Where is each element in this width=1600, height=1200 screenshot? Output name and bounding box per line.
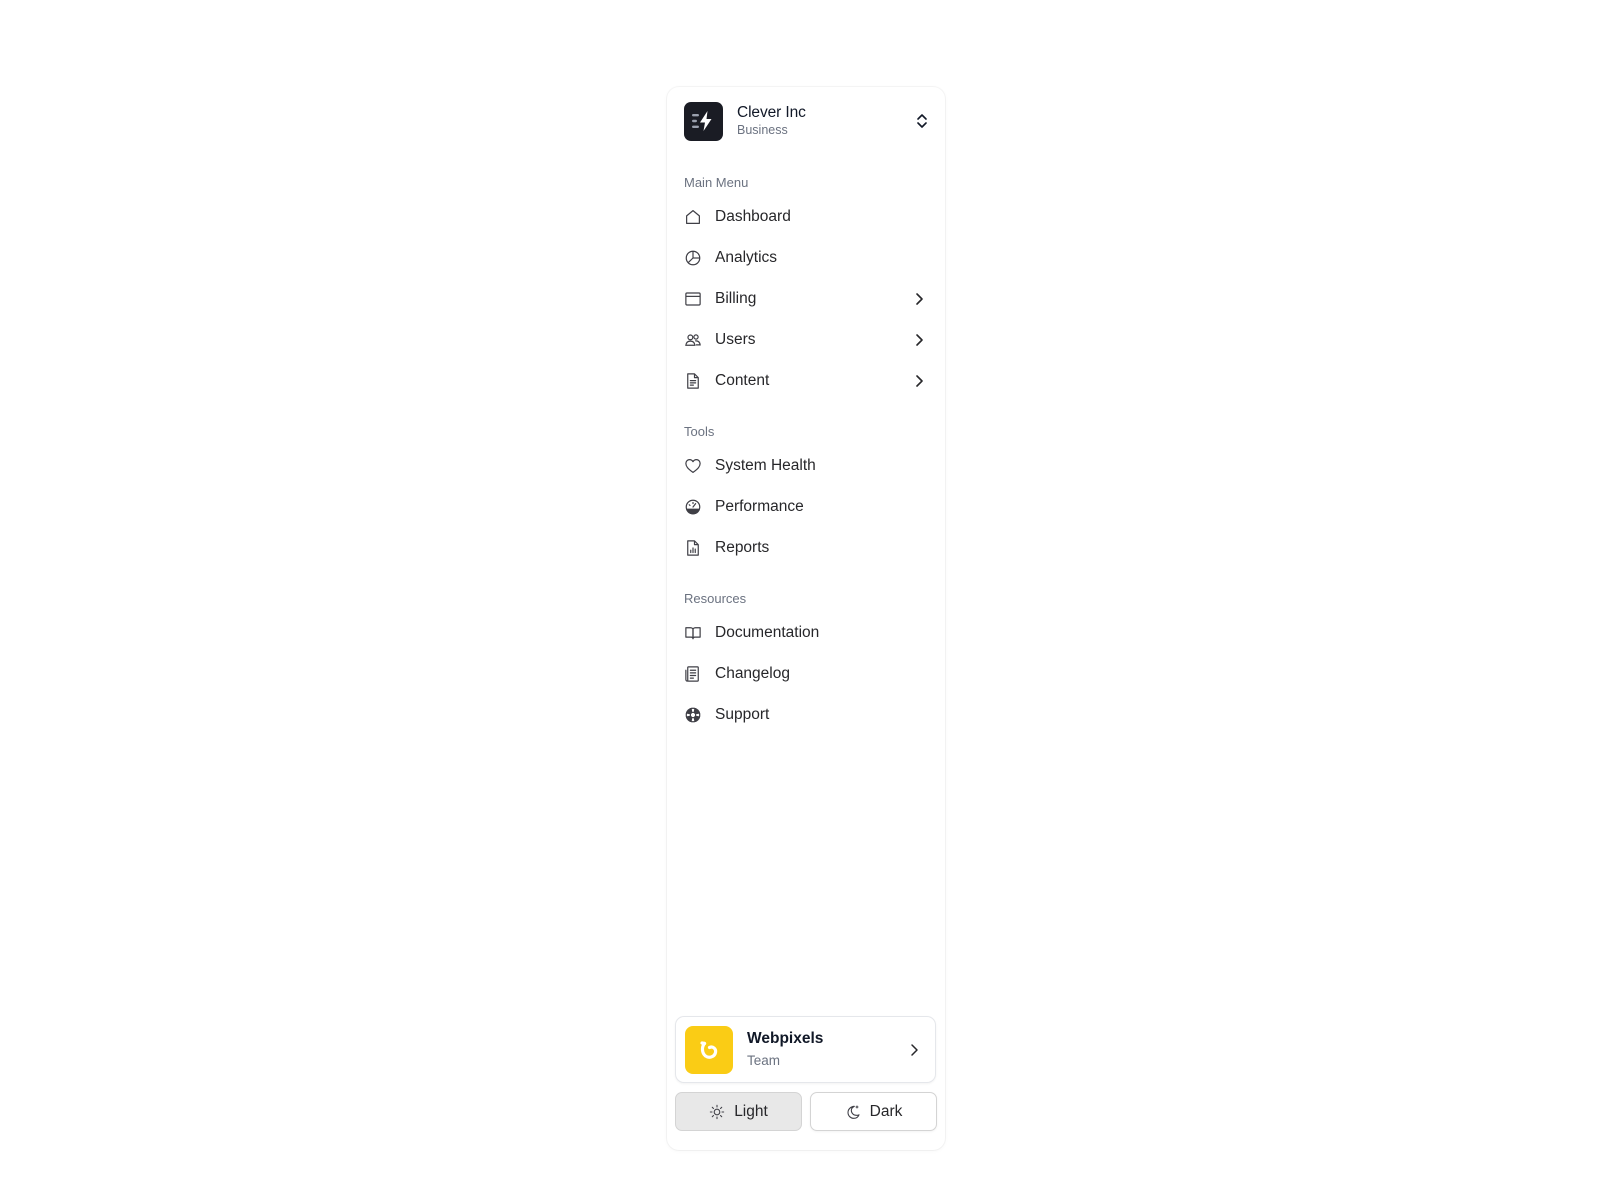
nav-label: Performance xyxy=(715,498,804,515)
nav-item-documentation[interactable]: Documentation xyxy=(675,615,937,651)
nav-label: Documentation xyxy=(715,624,820,641)
nav-item-changelog[interactable]: Changelog xyxy=(675,656,937,692)
nav-item-analytics[interactable]: Analytics xyxy=(675,240,937,276)
section-title-resources: Resources xyxy=(684,591,747,606)
light-theme-button[interactable]: Light xyxy=(675,1092,802,1131)
team-role: Team xyxy=(747,1052,781,1068)
nav-label: Content xyxy=(715,372,770,389)
nav-label: Reports xyxy=(715,539,770,556)
chevron-right-icon xyxy=(911,373,927,389)
light-theme-label: Light xyxy=(734,1102,768,1120)
dark-theme-label: Dark xyxy=(869,1102,903,1120)
nav-label: System Health xyxy=(715,457,816,474)
chevron-right-icon xyxy=(911,291,927,307)
section-title-tools: Tools xyxy=(684,424,715,439)
nav-label: Dashboard xyxy=(715,208,791,225)
nav-label: Analytics xyxy=(715,249,778,266)
nav-item-system-health[interactable]: System Health xyxy=(675,448,937,484)
org-switcher[interactable]: Clever Inc Business xyxy=(684,101,931,141)
sun-icon xyxy=(709,1104,725,1120)
nav-item-reports[interactable]: Reports xyxy=(675,530,937,566)
document-text-icon xyxy=(684,372,702,390)
home-icon xyxy=(684,208,702,226)
nav-label: Support xyxy=(715,706,770,723)
nav-label: Users xyxy=(715,331,756,348)
nav-item-support[interactable]: Support xyxy=(675,697,937,733)
newspaper-icon xyxy=(684,665,702,683)
org-plan: Business xyxy=(737,123,788,137)
team-name: Webpixels xyxy=(747,1029,824,1047)
sidebar: Clever Inc Business Main Menu Dashboard … xyxy=(667,87,945,1150)
chevron-right-icon xyxy=(911,332,927,348)
theme-toggle: Light Dark xyxy=(675,1092,937,1131)
document-chart-icon xyxy=(684,539,702,557)
org-name: Clever Inc xyxy=(737,104,806,121)
lifebuoy-icon xyxy=(684,706,702,724)
users-icon xyxy=(684,331,702,349)
chevron-right-icon xyxy=(906,1042,922,1058)
nav-item-content[interactable]: Content xyxy=(675,363,937,399)
nav-item-dashboard[interactable]: Dashboard xyxy=(675,199,937,235)
nav-label: Billing xyxy=(715,290,757,307)
moon-icon xyxy=(845,1104,861,1120)
dark-theme-button[interactable]: Dark xyxy=(810,1092,937,1131)
pie-chart-icon xyxy=(684,249,702,267)
webpixels-logo xyxy=(685,1025,733,1074)
nav-item-users[interactable]: Users xyxy=(675,322,937,358)
gauge-icon xyxy=(684,498,702,516)
chevron-up-down-icon[interactable] xyxy=(913,112,931,130)
book-open-icon xyxy=(684,624,702,642)
nav-label: Changelog xyxy=(715,665,790,682)
section-title-main-menu: Main Menu xyxy=(684,175,749,190)
bolt-icon xyxy=(684,101,723,141)
team-switcher[interactable]: Webpixels Team xyxy=(675,1016,936,1083)
nav-item-performance[interactable]: Performance xyxy=(675,489,937,525)
browser-window-icon xyxy=(684,290,702,308)
nav-item-billing[interactable]: Billing xyxy=(675,281,937,317)
heart-icon xyxy=(684,457,702,475)
